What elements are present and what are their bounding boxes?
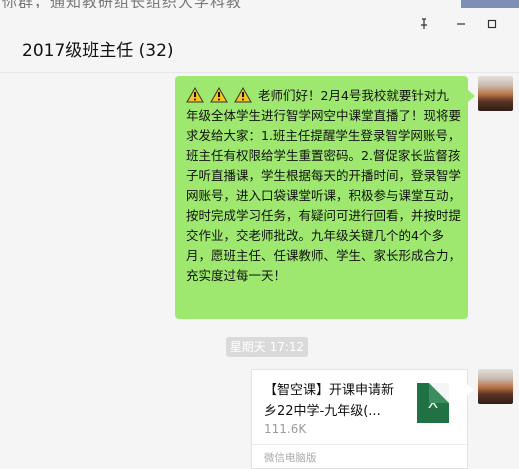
minimize-icon[interactable] (446, 16, 476, 36)
warning-icon (186, 87, 204, 103)
file-card-divider (252, 444, 467, 445)
maximize-icon[interactable] (477, 16, 507, 36)
text-message-content: 老师们好！2月4号我校就要针对九年级全体学生进行智学网空中课堂直播了！现将要求发… (186, 86, 461, 286)
file-message-card[interactable]: 【智空课】开课申请新乡22中学-九年级(... X 111.6K 微信电脑版 (251, 369, 474, 469)
message-list[interactable]: 老师们好！2月4号我校就要针对九年级全体学生进行智学网空中课堂直播了！现将要求发… (0, 73, 519, 469)
chat-title: 2017级班主任 (32) (22, 41, 174, 61)
file-name: 【智空课】开课申请新乡22中学-九年级(... (264, 383, 395, 419)
message-timestamp: 星期天 17:12 (226, 337, 308, 357)
excel-file-icon: X (417, 383, 449, 423)
chat-window: 2017级班主任 (32) 老师们好！2月4号我校就要针对九年级全体学生进行智学… (0, 0, 519, 469)
message-text: 老师们好！2月4号我校就要针对九年级全体学生进行智学网空中课堂直播了！现将要求发… (186, 88, 462, 283)
pin-icon[interactable] (409, 16, 439, 36)
user-avatar[interactable] (478, 369, 513, 404)
file-source: 微信电脑版 (264, 452, 317, 464)
excel-icon-letter: X (427, 394, 439, 412)
user-avatar[interactable] (478, 76, 513, 111)
warning-icon (234, 87, 252, 103)
warning-icon (210, 87, 228, 103)
file-size: 111.6K (264, 422, 307, 436)
chat-title-bar: 2017级班主任 (32) (0, 8, 519, 73)
text-message-bubble[interactable]: 老师们好！2月4号我校就要针对九年级全体学生进行智学网空中课堂直播了！现将要求发… (175, 76, 475, 319)
